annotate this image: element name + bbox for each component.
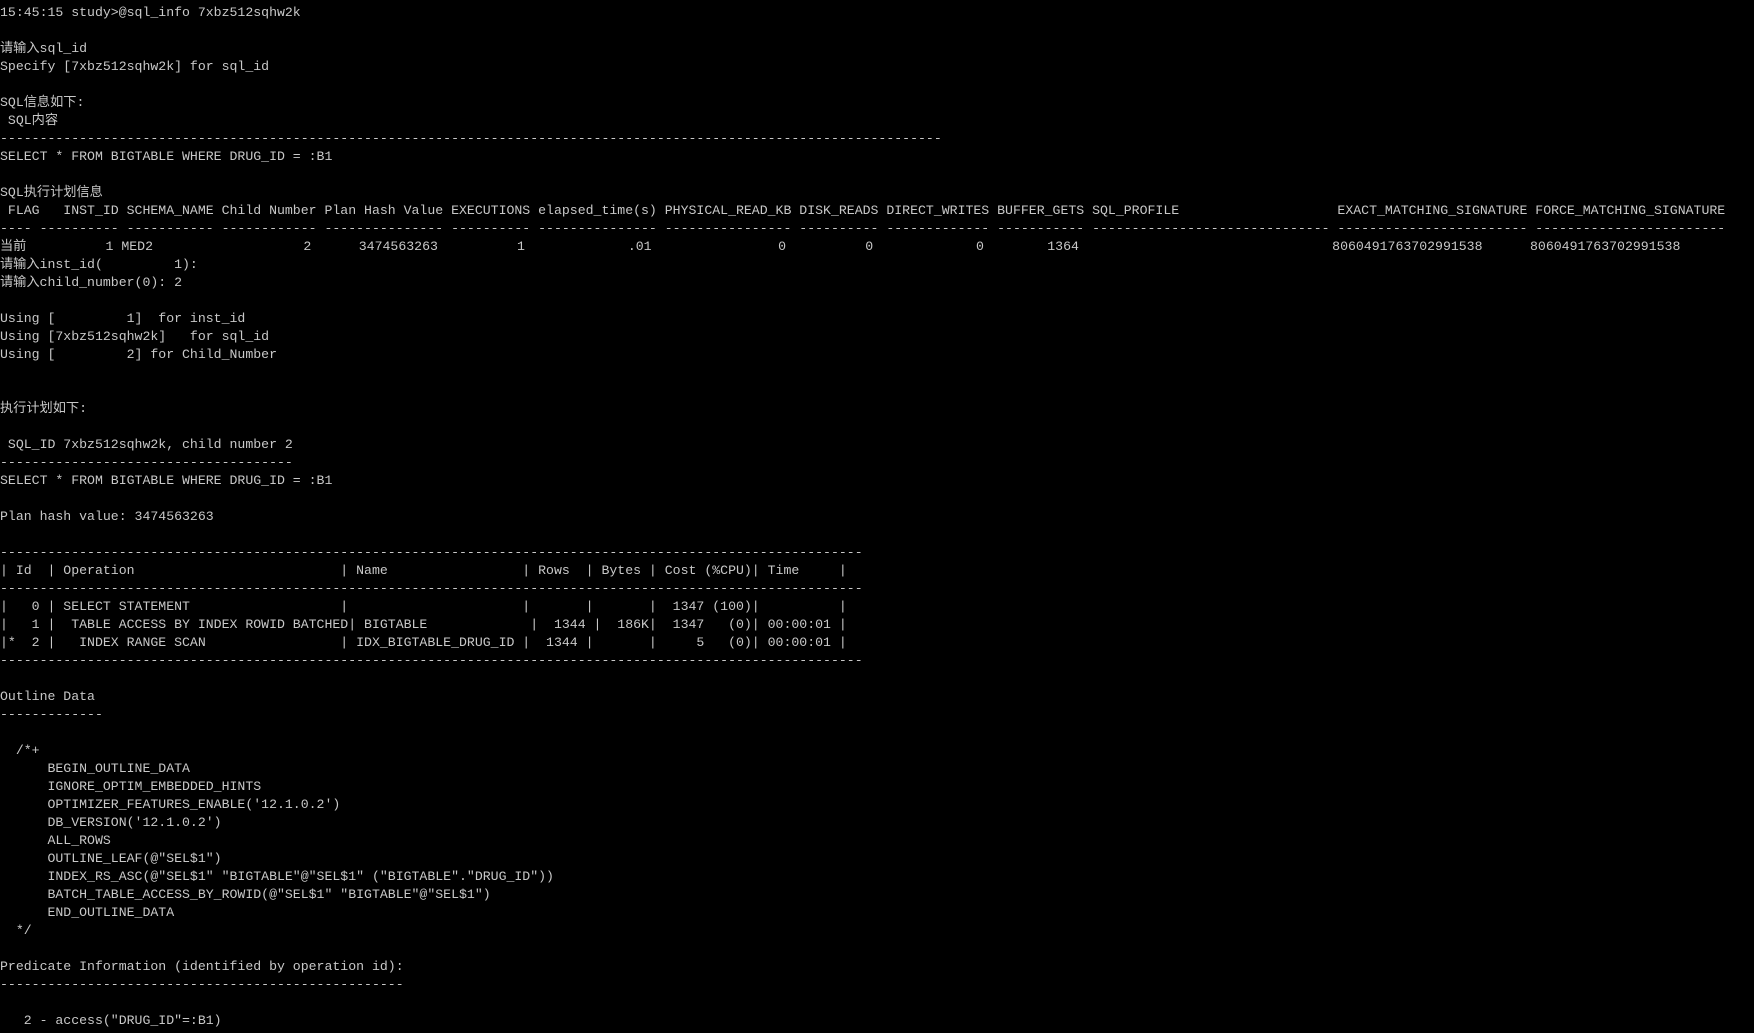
console-line: ----------------------------------------… bbox=[0, 977, 404, 992]
console-line: IGNORE_OPTIM_EMBEDDED_HINTS bbox=[0, 779, 262, 794]
console-line: Plan hash value: 3474563263 bbox=[0, 509, 214, 524]
console-line: ----------------------------------------… bbox=[0, 653, 863, 668]
terminal-window[interactable]: 15:45:15 study>@sql_info 7xbz512sqhw2k 请输… bbox=[0, 4, 1754, 1033]
console-line: BATCH_TABLE_ACCESS_BY_ROWID(@"SEL$1" "BI… bbox=[0, 887, 491, 902]
console-line: Using [ 2] for Child_Number bbox=[0, 347, 277, 362]
console-line: ----------------------------------------… bbox=[0, 581, 863, 596]
console-line: ----------------------------------------… bbox=[0, 131, 942, 146]
console-line: 请输入child_number(0): 2 bbox=[0, 275, 183, 290]
console-line: ---- ---------- ----------- ------------… bbox=[0, 221, 1726, 236]
console-line: 当前 1 MED2 2 3474563263 1 .01 0 0 0 1364 … bbox=[0, 239, 1681, 254]
console-line: | 1 | TABLE ACCESS BY INDEX ROWID BATCHE… bbox=[0, 617, 847, 632]
console-line: SELECT * FROM BIGTABLE WHERE DRUG_ID = :… bbox=[0, 473, 333, 488]
console-line: 2 - access("DRUG_ID"=:B1) bbox=[0, 1013, 222, 1028]
console-line: END_OUTLINE_DATA bbox=[0, 905, 175, 920]
console-line: ----------------------------------------… bbox=[0, 545, 863, 560]
console-line: SQL信息如下: bbox=[0, 95, 85, 110]
console-line: Using [ 1] for inst_id bbox=[0, 311, 246, 326]
console-line: */ bbox=[0, 923, 32, 938]
console-line: DB_VERSION('12.1.0.2') bbox=[0, 815, 222, 830]
console-line: SELECT * FROM BIGTABLE WHERE DRUG_ID = :… bbox=[0, 149, 333, 164]
console-line: Predicate Information (identified by ope… bbox=[0, 959, 404, 974]
console-line: INDEX_RS_ASC(@"SEL$1" "BIGTABLE"@"SEL$1"… bbox=[0, 869, 554, 884]
console-line: 执行计划如下: bbox=[0, 401, 88, 416]
console-line: ------------------------------------- bbox=[0, 455, 293, 470]
console-line: 15:45:15 study>@sql_info 7xbz512sqhw2k bbox=[0, 5, 301, 20]
console-line: Specify [7xbz512sqhw2k] for sql_id bbox=[0, 59, 270, 74]
console-line: SQL_ID 7xbz512sqhw2k, child number 2 bbox=[0, 437, 293, 452]
console-line: /*+ bbox=[0, 743, 40, 758]
console-line: ALL_ROWS bbox=[0, 833, 111, 848]
console-line: | Id | Operation | Name | Rows | Bytes |… bbox=[0, 563, 847, 578]
console-line: Using [7xbz512sqhw2k] for sql_id bbox=[0, 329, 270, 344]
console-line: |* 2 | INDEX RANGE SCAN | IDX_BIGTABLE_D… bbox=[0, 635, 847, 650]
console-line: 请输入sql_id bbox=[0, 41, 88, 56]
console-line: SQL执行计划信息 bbox=[0, 185, 103, 200]
console-line: OPTIMIZER_FEATURES_ENABLE('12.1.0.2') bbox=[0, 797, 341, 812]
console-line: FLAG INST_ID SCHEMA_NAME Child Number Pl… bbox=[0, 203, 1726, 218]
console-line: | 0 | SELECT STATEMENT | | | | 1347 (100… bbox=[0, 599, 847, 614]
console-line: OUTLINE_LEAF(@"SEL$1") bbox=[0, 851, 222, 866]
console-line: ------------- bbox=[0, 707, 103, 722]
console-output: 15:45:15 study>@sql_info 7xbz512sqhw2k 请输… bbox=[0, 4, 1754, 1030]
console-line: SQL内容 bbox=[0, 113, 59, 128]
console-line: BEGIN_OUTLINE_DATA bbox=[0, 761, 190, 776]
console-line: 请输入inst_id( 1): bbox=[0, 257, 198, 272]
console-line: Outline Data bbox=[0, 689, 95, 704]
